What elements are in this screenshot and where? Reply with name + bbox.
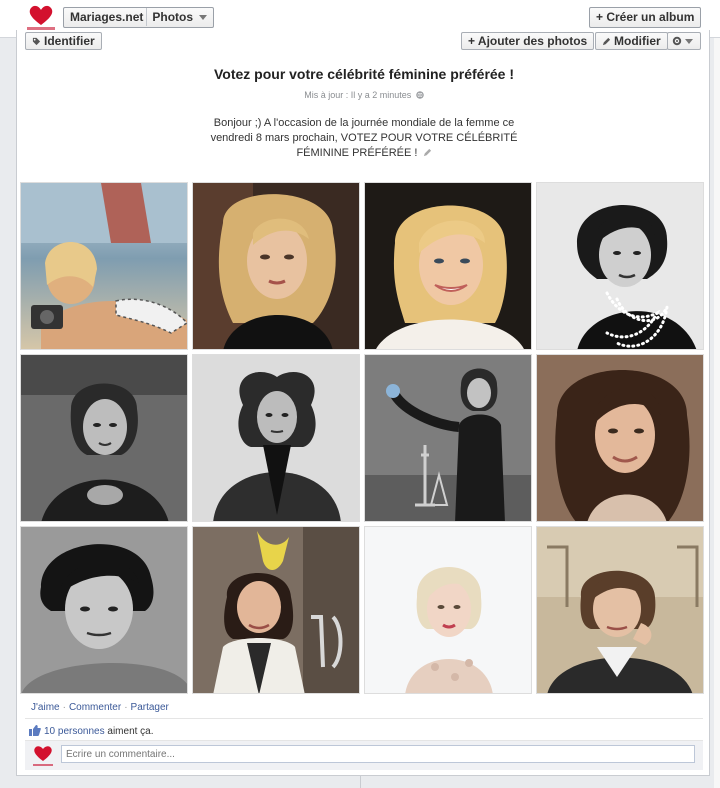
photo-thumbnail[interactable] [364,526,532,694]
edit-label: Modifier [614,34,661,48]
tag-icon [32,37,41,46]
separator-dot: · [124,702,128,713]
separator-dot: · [62,702,66,713]
chevron-down-icon [685,39,693,45]
pencil-icon [602,37,611,46]
photo-thumbnail[interactable] [20,182,188,350]
photo-thumbnail[interactable] [364,182,532,350]
album-description: Bonjour ;) A l'occasion de la journée mo… [201,116,527,161]
like-link[interactable]: J'aime [31,702,60,713]
gear-icon [672,36,682,46]
photo-thumbnail[interactable] [536,182,704,350]
updated-text: Mis à jour : Il y a 2 minutes [304,90,412,100]
add-photos-button[interactable]: + Ajouter des photos [461,32,595,50]
thumbs-up-icon [29,725,41,736]
comment-input[interactable] [61,745,695,763]
photo-thumbnail[interactable] [364,354,532,522]
page-photos-breadcrumb[interactable]: Mariages.net Photos [63,7,215,28]
likes-count-link[interactable]: 10 personnes [44,726,105,737]
photo-grid [20,182,708,694]
photo-thumbnail[interactable] [536,354,704,522]
photo-thumbnail[interactable] [20,526,188,694]
heart-logo-icon[interactable] [24,3,58,33]
divider [360,776,361,788]
tag-button[interactable]: Identifier [25,32,102,50]
create-album-button[interactable]: + Créer un album [589,7,702,28]
likes-text: aiment ça. [104,726,154,737]
description-text: Bonjour ;) A l'occasion de la journée mo… [210,117,518,159]
heart-logo-icon [33,746,53,766]
album-title: Votez pour votre célébrité féminine préf… [213,66,515,82]
settings-dropdown[interactable] [667,32,701,50]
album-updated: Mis à jour : Il y a 2 minutes [17,90,711,100]
photo-thumbnail[interactable] [192,354,360,522]
comment-link[interactable]: Commenter [69,702,121,713]
photos-dropdown[interactable]: Photos [146,8,193,26]
photo-thumbnail[interactable] [536,526,704,694]
right-edge-strip [714,38,720,788]
pencil-icon[interactable] [423,148,432,157]
chevron-down-icon [199,15,208,21]
tag-label: Identifier [44,34,95,48]
likes-summary: 10 personnes aiment ça. [25,718,703,740]
post-actions: J'aime · Commenter · Partager [31,702,169,713]
edit-button[interactable]: Modifier [595,32,668,50]
globe-icon [416,91,424,99]
photo-thumbnail[interactable] [192,182,360,350]
album-card: Identifier + Ajouter des photos Modifier… [16,30,710,776]
share-link[interactable]: Partager [131,702,169,713]
photo-thumbnail[interactable] [192,526,360,694]
page-name-link[interactable]: Mariages.net [70,8,143,26]
photo-thumbnail[interactable] [20,354,188,522]
comment-composer [25,740,703,770]
